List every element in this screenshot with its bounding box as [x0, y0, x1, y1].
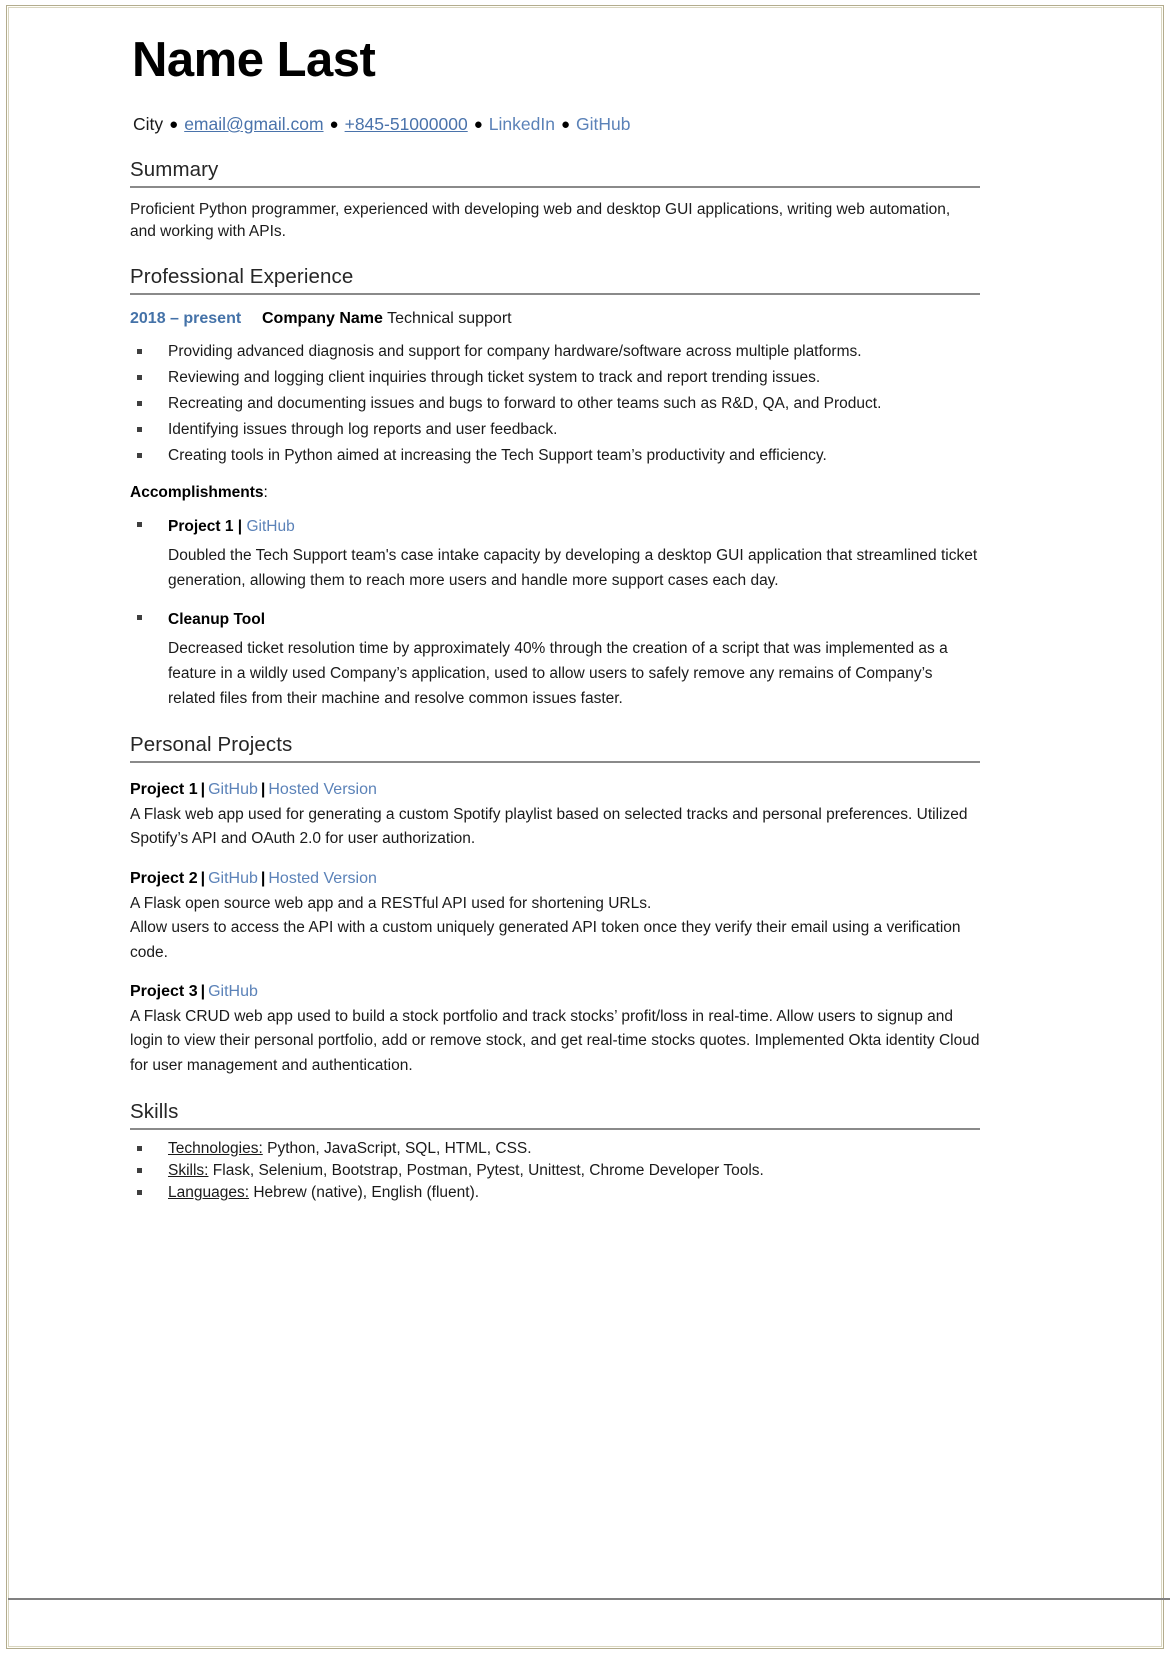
list-item: Recreating and documenting issues and bu… — [130, 392, 980, 416]
pipe-separator: | — [260, 781, 266, 799]
project-name: Project 3 — [130, 983, 198, 1000]
job-role: Technical support — [387, 309, 512, 327]
pipe-separator: | — [200, 983, 206, 1000]
job-bullet-list: Providing advanced diagnosis and support… — [130, 340, 980, 468]
skill-label: Technologies: — [168, 1140, 263, 1158]
github-link[interactable]: GitHub — [208, 870, 258, 887]
section-personal-projects: Personal Projects Project 1 | GitHub | Hoste… — [130, 733, 980, 1078]
github-link[interactable]: GitHub — [576, 114, 630, 134]
section-divider — [130, 185, 980, 188]
skills-list: Technologies: Python, JavaScript, SQL, H… — [130, 1139, 980, 1204]
accomplishments-colon: : — [263, 483, 268, 501]
section-divider — [130, 292, 980, 295]
job-company: Company Name — [262, 309, 383, 327]
list-item: Project 1 | GitHub Doubled the Tech Supp… — [130, 514, 980, 593]
project-description: A Flask CRUD web app used to build a sto… — [130, 1007, 980, 1074]
pipe-separator: | — [237, 517, 243, 535]
section-title-experience: Professional Experience — [130, 264, 354, 288]
contact-city: City — [133, 114, 164, 134]
list-item: Languages: Hebrew (native), English (flu… — [130, 1183, 980, 1204]
project-description: A Flask web app used for generating a cu… — [130, 805, 968, 848]
project-header: Project 3 | GitHub — [130, 981, 980, 1003]
list-item: Identifying issues through log reports a… — [130, 418, 980, 442]
separator-dot-icon: ● — [169, 116, 179, 133]
separator-dot-icon: ● — [560, 116, 570, 133]
github-link[interactable]: GitHub — [208, 983, 258, 1000]
section-title-skills: Skills — [130, 1100, 179, 1124]
project-name: Project 1 — [130, 781, 198, 799]
list-item: Creating tools in Python aimed at increa… — [130, 444, 980, 468]
accomplishments-list: Project 1 | GitHub Doubled the Tech Supp… — [130, 514, 980, 712]
section-skills: Skills Technologies: Python, JavaScript,… — [130, 1100, 980, 1204]
section-divider — [130, 1128, 980, 1131]
section-professional-experience: Professional Experience 2018 – present Co… — [130, 265, 980, 712]
accomplishment-name: Project 1 — [168, 517, 234, 535]
skill-label: Skills: — [168, 1161, 209, 1179]
hosted-version-link[interactable]: Hosted Version — [268, 781, 377, 798]
job-dates: 2018 – present — [130, 309, 242, 327]
list-item: Cleanup Tool Decreased ticket resolution… — [130, 607, 980, 711]
page-title: Name Last — [132, 33, 376, 87]
project-description: A Flask open source web app and a RESTfu… — [130, 894, 961, 961]
section-divider — [130, 761, 980, 764]
page-footer-divider — [8, 1598, 1170, 1600]
list-item: Skills: Flask, Selenium, Bootstrap, Post… — [130, 1161, 980, 1182]
project-entry: Project 2 | GitHub | Hosted Version A Flask … — [130, 868, 980, 965]
job-header: 2018 – present Company Name Technical sup… — [130, 309, 980, 330]
separator-dot-icon: ● — [329, 116, 339, 133]
separator-dot-icon: ● — [473, 116, 483, 133]
list-item: Technologies: Python, JavaScript, SQL, H… — [130, 1139, 980, 1160]
section-title-personal-projects: Personal Projects — [130, 733, 293, 757]
pipe-separator: | — [260, 869, 266, 887]
email-link[interactable]: email@gmail.com — [184, 114, 323, 134]
resume-content: Name Last City ● email@gmail.com ● +845-5100… — [130, 18, 980, 1205]
project-header: Project 2 | GitHub | Hosted Version — [130, 868, 980, 890]
project-header: Project 1 | GitHub | Hosted Version — [130, 779, 980, 801]
github-link[interactable]: GitHub — [246, 518, 294, 535]
section-title-summary: Summary — [130, 157, 219, 181]
skill-value: Flask, Selenium, Bootstrap, Postman, Pyt… — [212, 1161, 764, 1179]
accomplishments-label: Accomplishments: — [130, 484, 980, 502]
accomplishment-description: Decreased ticket resolution time by appr… — [168, 640, 948, 708]
pipe-separator: | — [200, 781, 206, 799]
accomplishments-label-text: Accomplishments — [130, 483, 264, 501]
linkedin-link[interactable]: LinkedIn — [489, 114, 555, 134]
contact-line: City ● email@gmail.com ● +845-51000000 ● Linke… — [133, 113, 980, 136]
phone-link[interactable]: +845-51000000 — [345, 114, 468, 134]
list-item: Providing advanced diagnosis and support… — [130, 340, 980, 364]
section-summary: Summary Proficient Python programmer, ex… — [130, 158, 980, 243]
skill-value: Hebrew (native), English (fluent). — [253, 1183, 480, 1201]
project-entry: Project 3 | GitHub A Flask CRUD web app us… — [130, 981, 980, 1078]
project-entry: Project 1 | GitHub | Hosted Version A Flask … — [130, 779, 980, 852]
hosted-version-link[interactable]: Hosted Version — [268, 870, 377, 887]
summary-text: Proficient Python programmer, experience… — [130, 200, 951, 240]
list-item: Reviewing and logging client inquiries t… — [130, 366, 980, 390]
skill-label: Languages: — [168, 1183, 250, 1201]
project-name: Project 2 — [130, 869, 198, 887]
accomplishment-description: Doubled the Tech Support team's case int… — [168, 546, 978, 589]
skill-value: Python, JavaScript, SQL, HTML, CSS. — [267, 1140, 532, 1158]
accomplishment-name: Cleanup Tool — [168, 610, 266, 628]
pipe-separator: | — [200, 869, 206, 887]
github-link[interactable]: GitHub — [208, 781, 258, 798]
